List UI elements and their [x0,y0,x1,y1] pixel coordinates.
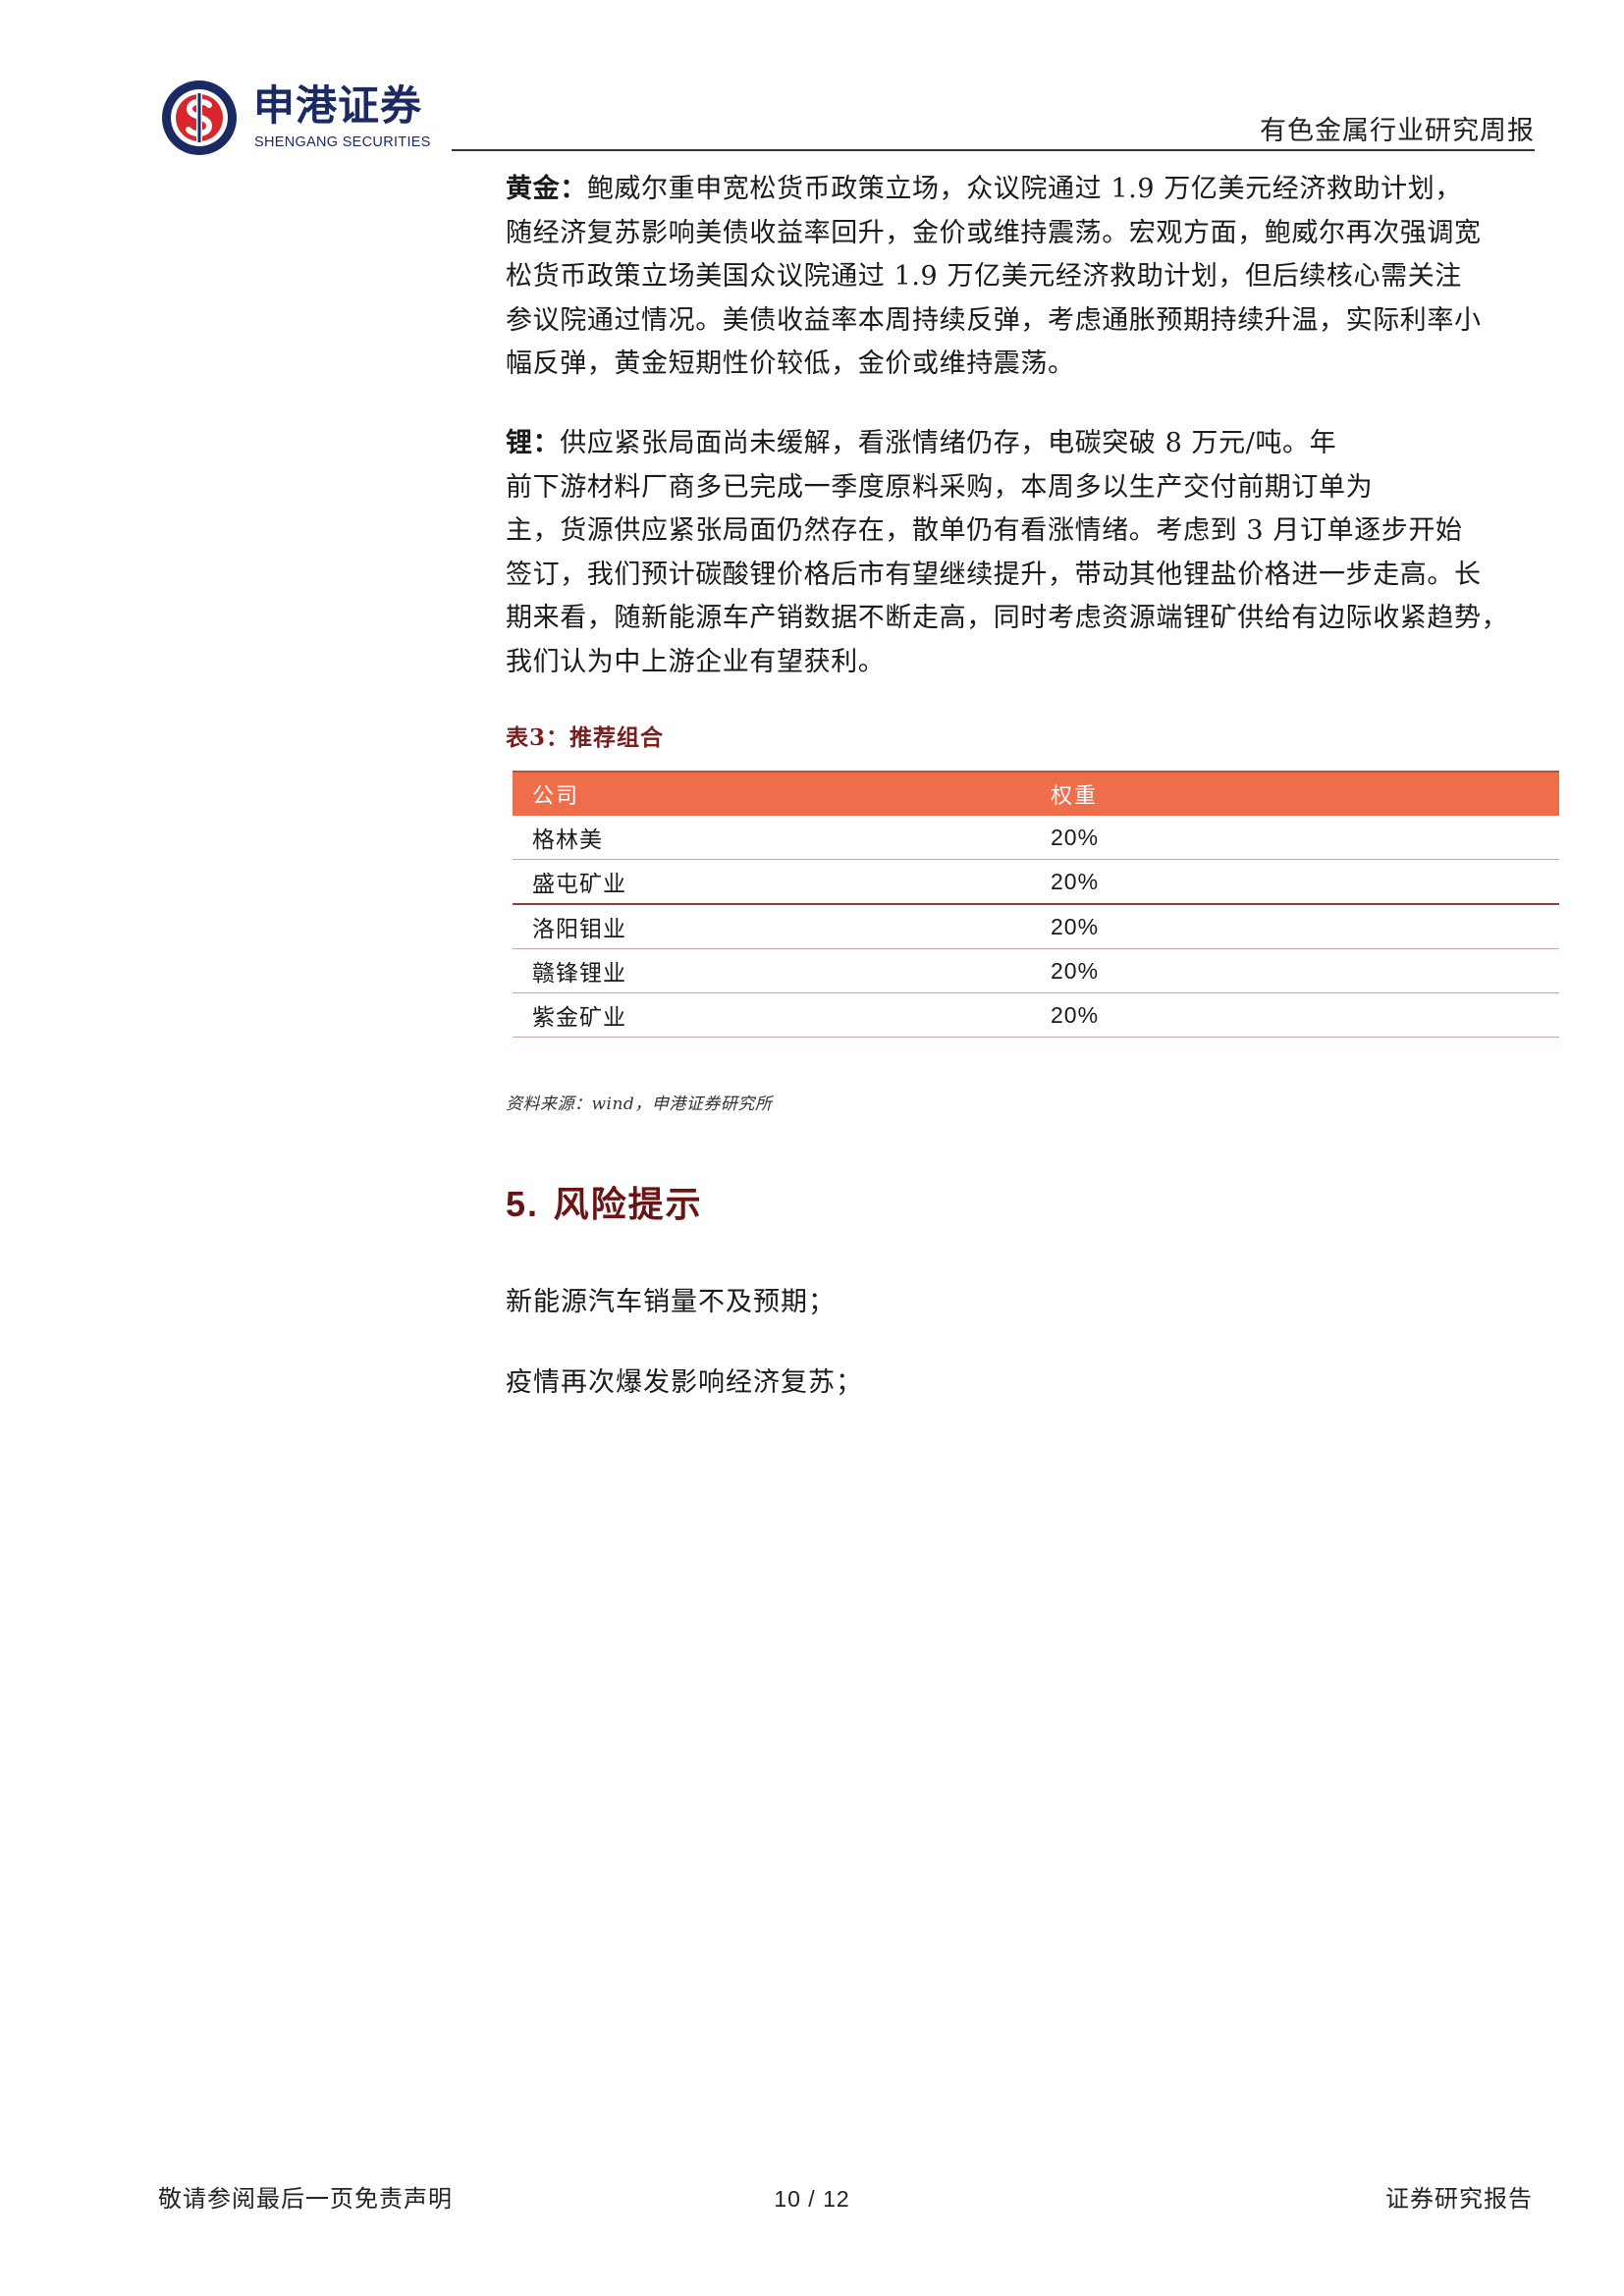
brand-name-en: SHENGANG SECURITIES [254,134,431,150]
weight-cell: 20% [1031,859,1559,905]
table-source-note: 资料来源：wind，申港证券研究所 [506,1095,773,1114]
column-header-weight: 权重 [1031,771,1559,816]
header-divider [452,149,1535,151]
column-header-company: 公司 [513,771,1031,816]
company-cell: 盛屯矿业 [513,859,1031,905]
gold-line-2: 随经济复苏影响美债收益率回升，金价或维持震荡。宏观方面，鲍威尔再次强调宽 [506,217,1482,248]
company-cell: 紫金矿业 [513,992,1031,1038]
weight-cell: 20% [1031,903,1559,949]
gold-line-5: 幅反弹，黄金短期性价较低，金价或维持震荡。 [506,348,1075,379]
lithium-line-2: 前下游材料厂商多已完成一季度原料采购，本周多以生产交付前期订单为 [506,471,1374,503]
report-type-title: 有色金属行业研究周报 [1260,116,1535,146]
lithium-line-5: 期来看，随新能源车产销数据不断走高，同时考虑资源端锂矿供给有边际收紧趋势， [506,603,1509,633]
section-title-risk: 5. 风险提示 [506,1183,703,1226]
gold-line-4: 参议院通过情况。美债收益率本周持续反弹，考虑通胀预期持续升温，实际利率小 [506,304,1482,336]
page-number: 10 / 12 [774,2186,850,2212]
gold-line-1: 鲍威尔重申宽松货币政策立场，众议院通过 1.9 万亿美元经济救助计划， [586,174,1462,204]
table-header-row: 公司 权重 [513,771,1559,816]
recommended-portfolio-table: 公司 权重 格林美 20% 盛屯矿业 20% 洛阳钼业 20% 赣锋锂业 20%… [513,771,1559,1038]
table-caption: 表3：推荐组合 [506,724,665,751]
lithium-line-1: 供应紧张局面尚未缓解，看涨情绪仍存，电碳突破 8 万元/吨。年 [560,428,1337,458]
lithium-paragraph: 锂：供应紧张局面尚未缓解，看涨情绪仍存，电碳突破 8 万元/吨。年 前下游材料厂… [506,422,1537,684]
risk-item: 新能源汽车销量不及预期； [506,1287,836,1317]
gold-paragraph: 黄金：鲍威尔重申宽松货币政策立场，众议院通过 1.9 万亿美元经济救助计划， 随… [506,168,1537,387]
lithium-line-4: 签订，我们预计碳酸锂价格后市有望继续提升，带动其他锂盐价格进一步走高。长 [506,559,1482,590]
company-cell: 洛阳钼业 [513,903,1031,949]
lithium-label: 锂： [506,428,561,458]
gold-line-3: 松货币政策立场美国众议院通过 1.9 万亿美元经济救助计划，但后续核心需关注 [506,261,1462,292]
section-title-text: 风险提示 [553,1184,703,1225]
table-row: 赣锋锂业 20% [513,948,1559,993]
gold-label: 黄金： [506,174,587,204]
footer-report-label: 证券研究报告 [1385,2185,1533,2213]
weight-cell: 20% [1031,816,1559,860]
shengang-logo-icon [162,80,237,155]
table-row: 紫金矿业 20% [513,992,1559,1038]
section-number: 5. [506,1184,540,1224]
company-cell: 赣锋锂业 [513,948,1031,993]
brand-name-cn: 申港证券 [253,81,423,130]
weight-cell: 20% [1031,948,1559,993]
risk-item: 疫情再次爆发影响经济复苏； [506,1367,863,1398]
lithium-line-3: 主，货源供应紧张局面仍然存在，散单仍有看涨情绪。考虑到 3 月订单逐步开始 [506,515,1463,546]
table-row: 盛屯矿业 20% [513,859,1559,905]
table-row: 洛阳钼业 20% [513,903,1559,949]
weight-cell: 20% [1031,992,1559,1038]
lithium-line-6: 我们认为中上游企业有望获利。 [506,646,886,677]
table-row: 格林美 20% [513,816,1559,860]
company-cell: 格林美 [513,816,1031,860]
